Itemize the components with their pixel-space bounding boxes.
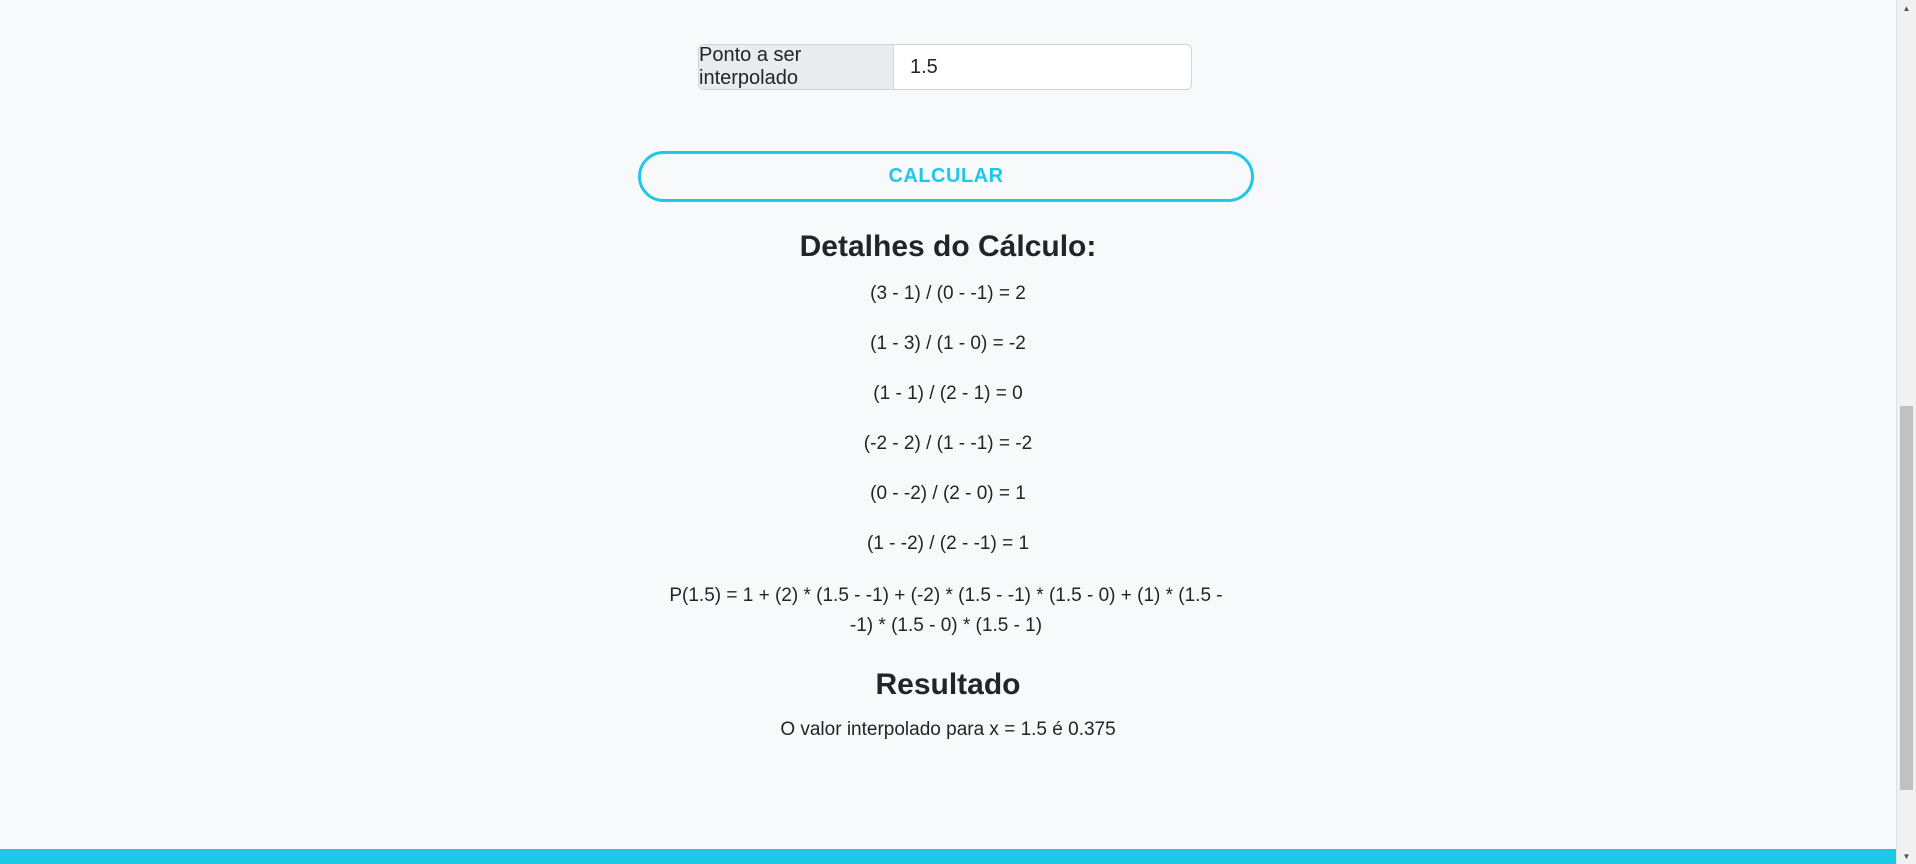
calculation-step: (1 - -2) / (2 - -1) = 1 bbox=[866, 533, 1030, 554]
page: Ponto a ser interpolado CALCULAR Detalhe… bbox=[0, 0, 1896, 864]
calculation-step: (1 - 1) / (2 - 1) = 0 bbox=[873, 383, 1023, 404]
details-title: Detalhes do Cálculo: bbox=[799, 230, 1097, 263]
calculation-step: (-2 - 2) / (1 - -1) = -2 bbox=[863, 433, 1033, 454]
calculation-step: (0 - -2) / (2 - 0) = 1 bbox=[870, 483, 1026, 504]
interpolation-point-label: Ponto a ser interpolado bbox=[699, 45, 894, 89]
result-title: Resultado bbox=[875, 668, 1021, 701]
calculation-step: (3 - 1) / (0 - -1) = 2 bbox=[870, 283, 1026, 304]
interpolation-point-group: Ponto a ser interpolado bbox=[698, 44, 1192, 90]
calculate-button[interactable]: CALCULAR bbox=[638, 151, 1254, 202]
result-text: O valor interpolado para x = 1.5 é 0.375 bbox=[780, 719, 1116, 740]
triangle-down-icon[interactable]: ▼ bbox=[1897, 848, 1916, 864]
vertical-scrollbar[interactable]: ▲ ▼ bbox=[1896, 0, 1916, 864]
calculation-step: (1 - 3) / (1 - 0) = -2 bbox=[870, 333, 1026, 354]
scrollbar-thumb[interactable] bbox=[1900, 406, 1913, 790]
polynomial-expression: P(1.5) = 1 + (2) * (1.5 - -1) + (-2) * (… bbox=[669, 585, 1223, 636]
triangle-up-icon[interactable]: ▲ bbox=[1897, 0, 1916, 16]
interpolation-point-input[interactable] bbox=[894, 45, 1191, 89]
footer-bar bbox=[0, 849, 1896, 864]
calculation-steps-list: (3 - 1) / (0 - -1) = 2 (1 - 3) / (1 - 0)… bbox=[0, 280, 1896, 580]
